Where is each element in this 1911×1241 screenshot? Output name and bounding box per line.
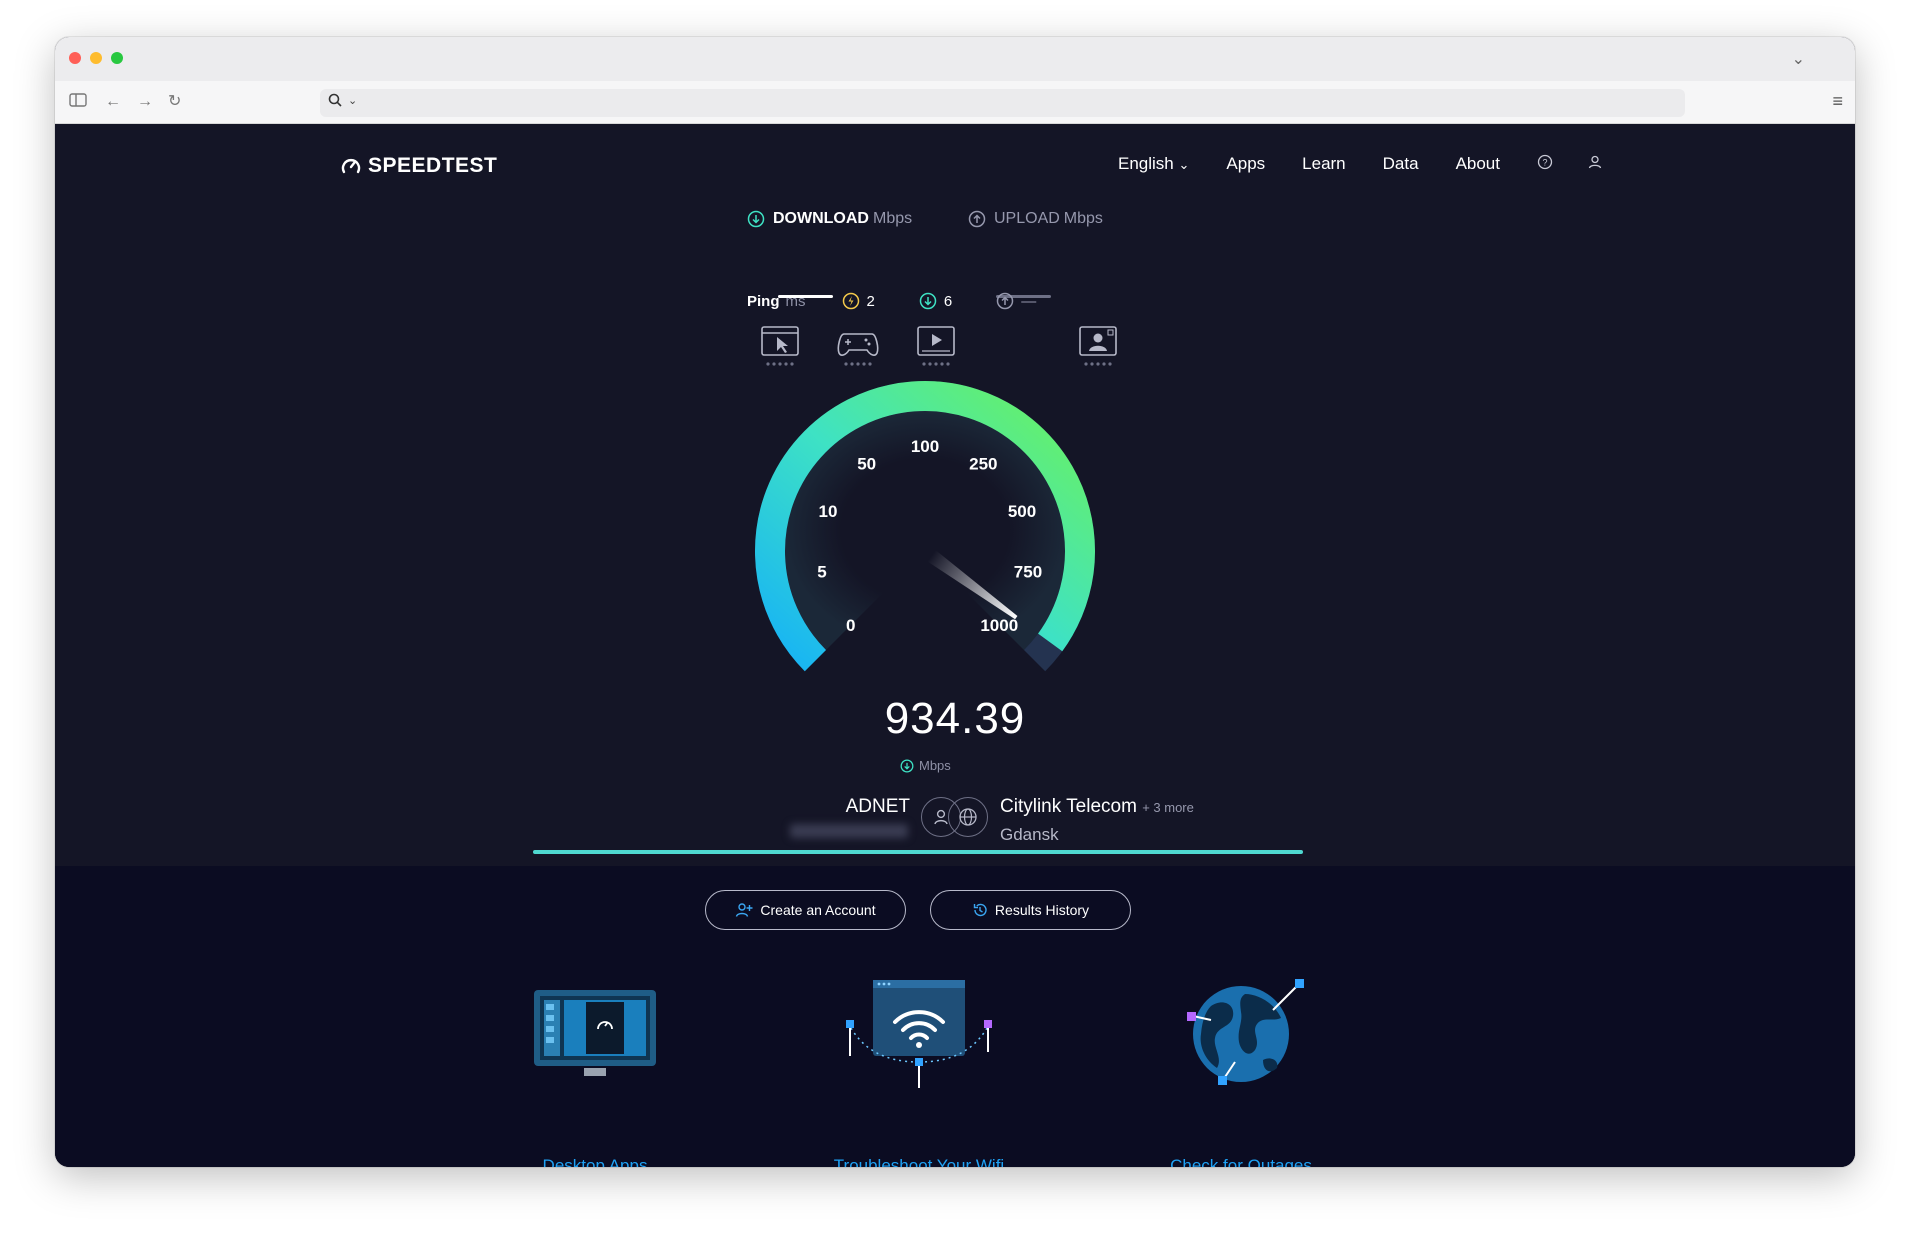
create-account-label: Create an Account [760, 902, 876, 918]
download-icon [747, 210, 765, 228]
globe-outage-icon [1187, 979, 1304, 1085]
download-small-icon [900, 759, 914, 772]
sidebar-toggle-icon[interactable] [69, 92, 87, 114]
ping-upload: — [996, 292, 1036, 310]
search-engine-chevron-icon[interactable]: ⌄ [348, 94, 357, 107]
history-icon [973, 903, 987, 917]
create-account-button[interactable]: Create an Account [705, 890, 906, 930]
tab-upload[interactable]: UPLOAD Mbps [968, 210, 1103, 228]
speed-unit-row: Mbps [900, 758, 951, 773]
idle-ping-icon [842, 292, 859, 310]
speedtest-page: SPEEDTEST English ⌄ Apps Learn Data Abou… [55, 124, 1855, 1167]
menu-icon[interactable]: ≡ [1832, 91, 1843, 112]
minimize-window-button[interactable] [90, 52, 102, 64]
gauge-tick-label: 500 [1008, 502, 1036, 521]
gauge-tick-label: 10 [819, 502, 838, 521]
close-window-button[interactable] [69, 52, 81, 64]
wifi-router-icon [846, 980, 992, 1088]
speed-gauge: 0 5 10 50 100 250 500 750 1000 [755, 381, 1095, 672]
gauge-tick-label: 100 [911, 437, 939, 456]
desktop-apps-link[interactable]: Desktop Apps [495, 1156, 695, 1167]
speed-value: 934.39 [884, 694, 1026, 743]
server-more[interactable]: + 3 more [1142, 800, 1194, 815]
address-bar[interactable]: ⌄ [320, 89, 1685, 117]
svg-text:?: ? [1542, 158, 1547, 168]
upload-tab-label: UPLOAD [994, 210, 1060, 227]
nav-data[interactable]: Data [1383, 154, 1419, 175]
browser-toolbar: ← → ↻ ⌄ ≡ [55, 81, 1855, 124]
ping-unit: ms [785, 292, 806, 310]
server-city: Gdansk [1000, 825, 1059, 844]
download-ping-icon [919, 292, 937, 310]
browser-window: ⌄ ← → ↻ ⌄ ≡ SPEEDTEST English ⌄ Apps Lea… [55, 37, 1855, 1167]
reload-icon[interactable]: ↻ [168, 92, 181, 112]
ping-upload-value: — [1021, 292, 1037, 310]
download-tab-unit: Mbps [872, 210, 913, 227]
back-icon[interactable]: ← [105, 92, 121, 112]
ping-idle-value: 2 [866, 292, 875, 310]
gauge-tick-label: 250 [969, 455, 997, 474]
title-bar: ⌄ [55, 37, 1855, 82]
results-history-button[interactable]: Results History [930, 890, 1131, 930]
nav-learn[interactable]: Learn [1302, 154, 1345, 175]
results-history-label: Results History [994, 902, 1090, 918]
speedtest-logo[interactable]: SPEEDTEST [340, 154, 497, 178]
gauge-tick-label: 0 [846, 616, 855, 635]
desktop-monitor-icon [534, 990, 656, 1076]
upload-tab-unit: Mbps [1063, 210, 1103, 227]
speed-unit: Mbps [919, 758, 951, 773]
ping-download: 6 [919, 292, 952, 310]
chevron-down-icon: ⌄ [1178, 157, 1190, 172]
server-name-row[interactable]: Citylink Telecom + 3 more [1000, 796, 1194, 818]
gauge-tick-label: 1000 [980, 616, 1018, 635]
language-selector[interactable]: English ⌄ [1118, 154, 1189, 175]
nav-about[interactable]: About [1456, 154, 1500, 175]
server-name: Citylink Telecom [1000, 796, 1137, 817]
ping-label: Ping [747, 292, 780, 310]
download-tab-label: DOWNLOAD [773, 210, 869, 227]
ping-download-value: 6 [943, 292, 953, 310]
video-call-activity-icon [1079, 326, 1117, 366]
language-label: English [1118, 154, 1174, 173]
tab-overview-chevron-icon[interactable]: ⌄ [1792, 49, 1805, 69]
search-icon[interactable] [328, 93, 342, 111]
zoom-window-button[interactable] [111, 52, 123, 64]
troubleshoot-wifi-link[interactable]: Troubleshoot Your Wifi [799, 1156, 1039, 1167]
main-nav: English ⌄ Apps Learn Data About ? [1118, 154, 1603, 175]
ip-address-blurred [790, 824, 908, 838]
check-outages-link[interactable]: Check for Outages [1141, 1156, 1341, 1167]
gauge-tick-label: 5 [817, 562, 826, 581]
forward-icon[interactable]: → [137, 92, 153, 112]
upload-icon [968, 210, 986, 228]
globe-icon[interactable] [948, 797, 988, 837]
ping-row: Ping ms 2 6 — [747, 292, 1080, 310]
streaming-activity-icon [917, 326, 955, 366]
help-icon[interactable]: ? [1537, 154, 1553, 175]
tab-download[interactable]: DOWNLOAD Mbps [747, 210, 912, 228]
ping-idle: 2 [842, 292, 875, 310]
logo-text: SPEEDTEST [368, 154, 498, 177]
lower-section: Create an Account Results History Deskto… [55, 866, 1855, 1167]
add-user-icon [736, 903, 753, 917]
nav-apps[interactable]: Apps [1226, 154, 1265, 175]
isp-name: ADNET [845, 796, 910, 817]
upload-ping-icon [996, 292, 1014, 310]
speedometer-logo-icon [341, 159, 361, 174]
test-progress-bar [533, 850, 1303, 854]
gauge-tick-label: 750 [1014, 562, 1042, 581]
gauge-tick-label: 50 [857, 455, 876, 474]
user-icon[interactable] [1587, 154, 1603, 175]
browsing-activity-icon [761, 326, 799, 366]
gaming-activity-icon [837, 333, 879, 366]
